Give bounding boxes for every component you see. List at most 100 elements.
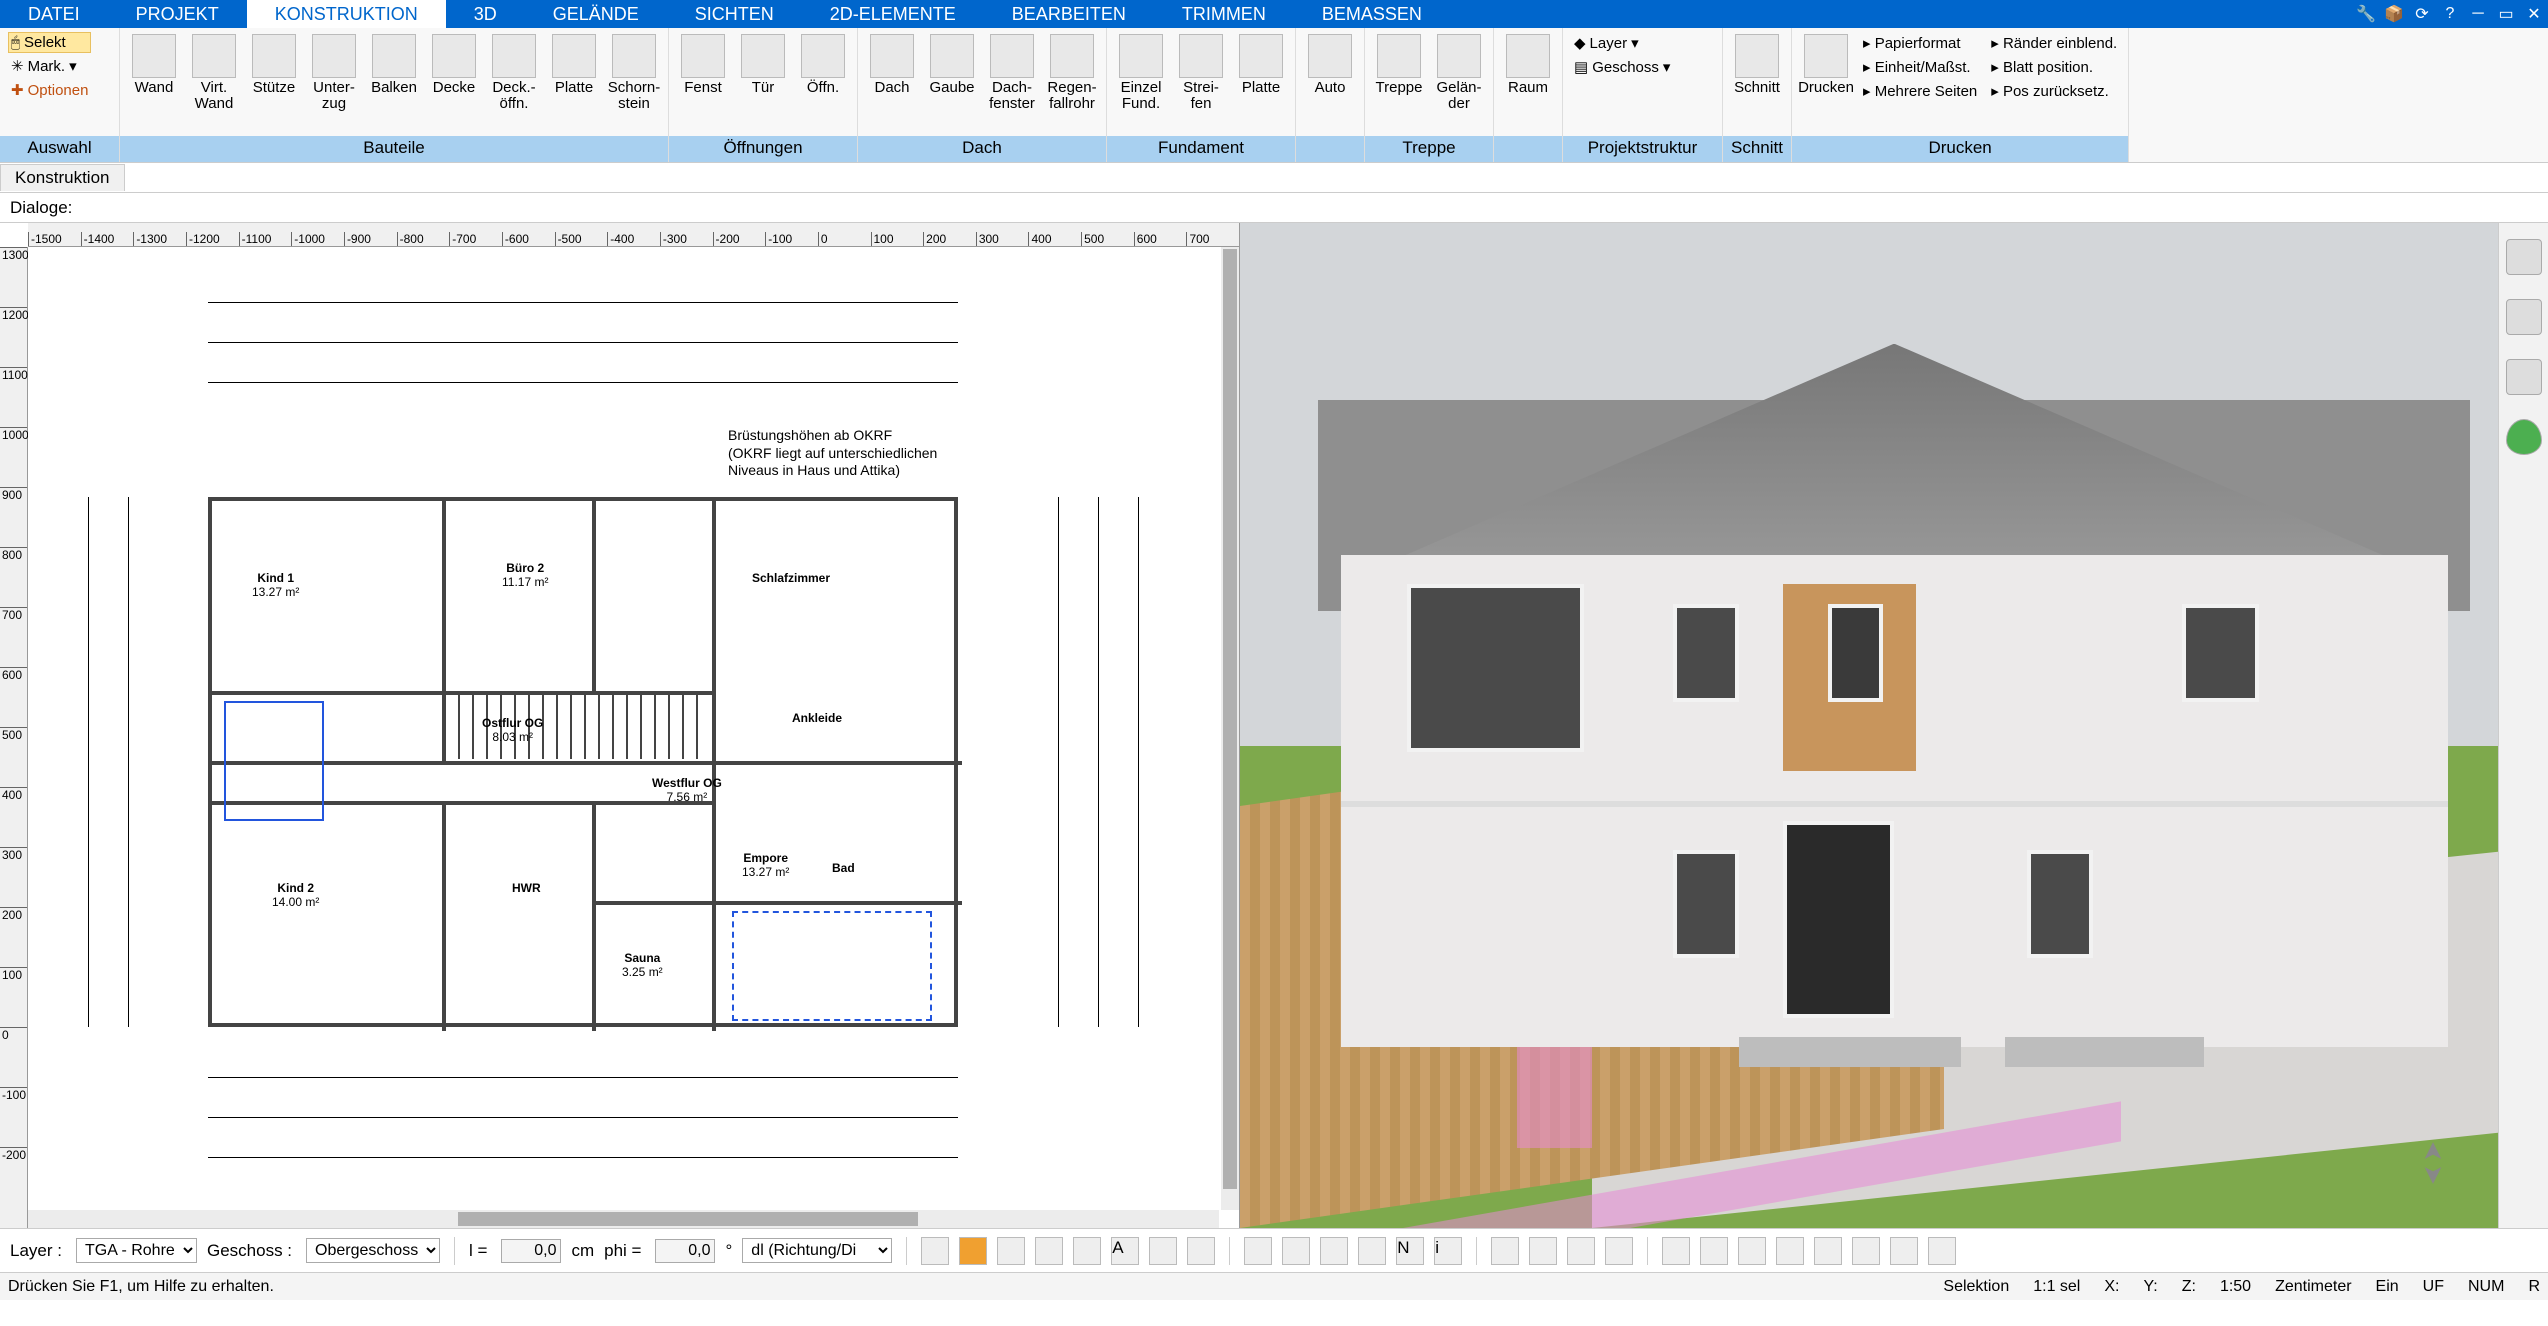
dimension-icon[interactable] — [1149, 1237, 1177, 1265]
menu-bearbeiten[interactable]: BEARBEITEN — [984, 0, 1154, 28]
geschoss-select[interactable]: Obergeschoss — [306, 1238, 440, 1263]
tool-raum[interactable]: Raum — [1498, 30, 1558, 100]
linestyle-3-icon[interactable] — [1073, 1237, 1101, 1265]
menu-bemassen[interactable]: BEMASSEN — [1294, 0, 1450, 28]
scissors-icon[interactable] — [1282, 1237, 1310, 1265]
help-icon[interactable]: ? — [2436, 0, 2464, 28]
info-icon[interactable]: i — [1434, 1237, 1462, 1265]
layer-dropdown[interactable]: ◆ Layer ▾ — [1571, 32, 1673, 54]
print-opt-r-nder-einblend-[interactable]: ▸ Ränder einblend. — [1988, 32, 2120, 54]
linestyle-2-icon[interactable] — [1035, 1237, 1063, 1265]
view-1-icon[interactable] — [1491, 1237, 1519, 1265]
layout-2-icon[interactable] — [1700, 1237, 1728, 1265]
tool-fenst[interactable]: Fenst — [673, 30, 733, 100]
layer-select[interactable]: TGA - Rohre — [76, 1238, 197, 1263]
subtab-konstruktion[interactable]: Konstruktion — [0, 164, 125, 191]
layout-3-icon[interactable] — [1738, 1237, 1766, 1265]
optionen-button[interactable]: ✚ Optionen — [8, 79, 91, 101]
layout-6-icon[interactable] — [1852, 1237, 1880, 1265]
menu-datei[interactable]: DATEI — [0, 0, 108, 28]
menu-gelaende[interactable]: GELÄNDE — [525, 0, 667, 28]
menu-projekt[interactable]: PROJEKT — [108, 0, 247, 28]
view-3-icon[interactable] — [1567, 1237, 1595, 1265]
print-opt-papierformat[interactable]: ▸ Papierformat — [1860, 32, 1980, 54]
tool-gaube[interactable]: Gaube — [922, 30, 982, 100]
boundingbox-icon[interactable] — [2506, 359, 2542, 395]
tool-platte[interactable]: Platte — [544, 30, 604, 100]
tree-icon[interactable] — [2506, 419, 2542, 455]
print-opt-pos-zur-cksetz-[interactable]: ▸ Pos zurücksetz. — [1988, 80, 2120, 102]
tool-decke[interactable]: Decke — [424, 30, 484, 100]
tool-t-r[interactable]: Tür — [733, 30, 793, 100]
selekt-button[interactable]: 🖱 Selekt — [8, 32, 91, 53]
tool-st-tze[interactable]: Stütze — [244, 30, 304, 100]
tool-treppe[interactable]: Treppe — [1369, 30, 1429, 100]
tool-platte[interactable]: Platte — [1231, 30, 1291, 100]
view-2-icon[interactable] — [1529, 1237, 1557, 1265]
house-model[interactable] — [1341, 344, 2448, 1048]
refresh-icon[interactable] — [1890, 1237, 1918, 1265]
tool-drucken[interactable]: Drucken — [1796, 30, 1856, 100]
scrollbar-h-thumb[interactable] — [458, 1212, 918, 1226]
pencil-icon[interactable] — [1244, 1237, 1272, 1265]
menu-sichten[interactable]: SICHTEN — [667, 0, 802, 28]
layout-4-icon[interactable] — [1776, 1237, 1804, 1265]
text-abc-icon[interactable]: A — [1111, 1237, 1139, 1265]
curve-icon[interactable] — [1320, 1237, 1348, 1265]
tool-strei-fen[interactable]: Strei-fen — [1171, 30, 1231, 116]
tool-regen-fallrohr[interactable]: Regen-fallrohr — [1042, 30, 1102, 116]
tool-dach-fenster[interactable]: Dach-fenster — [982, 30, 1042, 116]
menu-2d-elemente[interactable]: 2D-ELEMENTE — [802, 0, 984, 28]
tool-unter-zug[interactable]: Unter-zug — [304, 30, 364, 116]
tool-label: Schnitt — [1734, 80, 1780, 96]
linestyle-1-icon[interactable] — [997, 1237, 1025, 1265]
layers-icon[interactable] — [2506, 239, 2542, 275]
n-icon[interactable]: N — [1396, 1237, 1424, 1265]
tool-einzel-fund-[interactable]: Einzel Fund. — [1111, 30, 1171, 116]
tool-balken[interactable]: Balken — [364, 30, 424, 100]
menu-3d[interactable]: 3D — [446, 0, 525, 28]
print-opt-einheit-ma-st-[interactable]: ▸ Einheit/Maßst. — [1860, 56, 1980, 78]
angle-icon[interactable] — [1358, 1237, 1386, 1265]
fill-icon[interactable] — [959, 1237, 987, 1265]
scrollbar-vertical[interactable] — [1221, 247, 1239, 1210]
pane-3d[interactable] — [1240, 223, 2498, 1228]
tool-virt-wand[interactable]: Virt. Wand — [184, 30, 244, 116]
layout-5-icon[interactable] — [1814, 1237, 1842, 1265]
close-button[interactable]: ✕ — [2520, 0, 2548, 28]
l-input[interactable] — [501, 1239, 561, 1263]
maximize-button[interactable]: ▭ — [2492, 0, 2520, 28]
rect-icon[interactable] — [1187, 1237, 1215, 1265]
print-opt-mehrere-seiten[interactable]: ▸ Mehrere Seiten — [1860, 80, 1980, 102]
floorplan[interactable]: Kind 113.27 m²Büro 211.17 m²Schlafzimmer… — [208, 497, 958, 1027]
furniture-icon[interactable] — [2506, 299, 2542, 335]
scrollbar-horizontal[interactable] — [28, 1210, 1219, 1228]
tool-schorn-stein[interactable]: Schorn-stein — [604, 30, 664, 116]
pointer-icon[interactable] — [1928, 1237, 1956, 1265]
tool--ffn-[interactable]: Öffn. — [793, 30, 853, 100]
mark-button[interactable]: ✳ Mark. ▾ — [8, 55, 91, 77]
menu-trimmen[interactable]: TRIMMEN — [1154, 0, 1294, 28]
menu-konstruktion[interactable]: KONSTRUKTION — [247, 0, 446, 28]
scrollbar-v-thumb[interactable] — [1223, 249, 1237, 1189]
window-lower-1 — [1673, 850, 1739, 958]
hatch-icon[interactable] — [921, 1237, 949, 1265]
minimize-button[interactable]: ─ — [2464, 0, 2492, 28]
toolbar-icon-3[interactable]: ⟳ — [2408, 0, 2436, 28]
phi-input[interactable] — [655, 1239, 715, 1263]
mode-select[interactable]: dl (Richtung/Di — [742, 1238, 892, 1263]
tool-gel-n-der[interactable]: Gelän-der — [1429, 30, 1489, 116]
tool-wand[interactable]: Wand — [124, 30, 184, 100]
canvas-2d[interactable]: Brüstungshöhen ab OKRF (OKRF liegt auf u… — [28, 247, 1219, 1208]
layout-1-icon[interactable] — [1662, 1237, 1690, 1265]
tool-auto[interactable]: Auto — [1300, 30, 1360, 100]
geschoss-dropdown[interactable]: ▤ Geschoss ▾ — [1571, 56, 1673, 78]
tool-schnitt[interactable]: Schnitt — [1727, 30, 1787, 100]
tool-deck-ffn-[interactable]: Deck.-öffn. — [484, 30, 544, 116]
view-4-icon[interactable] — [1605, 1237, 1633, 1265]
tool-dach[interactable]: Dach — [862, 30, 922, 100]
pane-2d[interactable]: -1500-1400-1300-1200-1100-1000-900-800-7… — [0, 223, 1240, 1228]
toolbar-icon-1[interactable]: 🔧 — [2352, 0, 2380, 28]
print-opt-blatt-position-[interactable]: ▸ Blatt position. — [1988, 56, 2120, 78]
toolbar-icon-2[interactable]: 📦 — [2380, 0, 2408, 28]
